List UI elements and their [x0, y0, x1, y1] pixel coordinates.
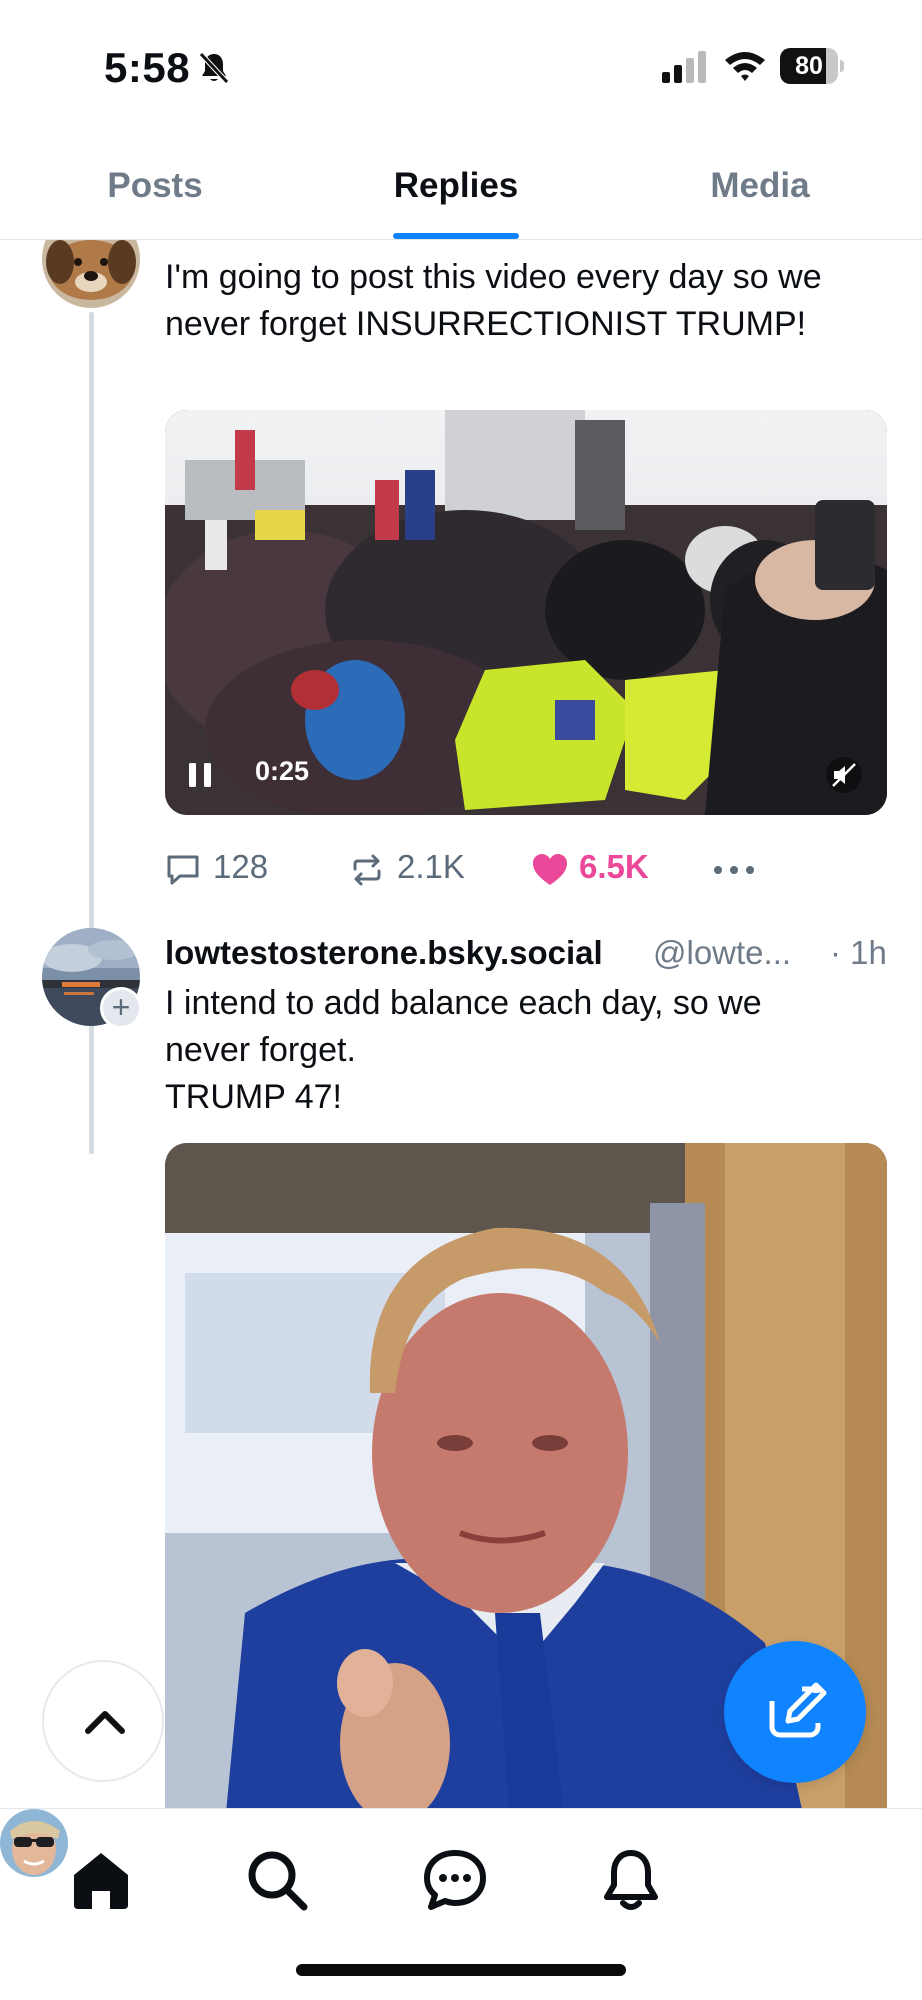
feed: I'm going to post this video every day s…: [0, 240, 922, 1808]
reply-count: 128: [213, 848, 269, 885]
pause-icon[interactable]: [187, 760, 213, 790]
post-text: I intend to add balance each day, so we …: [165, 984, 762, 1116]
heart-filled-icon: [533, 854, 567, 885]
chevron-up-icon: [85, 1711, 125, 1734]
repost-button[interactable]: 2.1K: [349, 840, 489, 900]
avatar[interactable]: [42, 240, 140, 308]
profile-tabs: Posts Replies Media: [0, 140, 922, 240]
post-time: · 1h: [830, 934, 887, 971]
search-icon[interactable]: [242, 1845, 312, 1915]
video-time: 0:25: [255, 756, 310, 786]
video-player[interactable]: 0:25: [165, 410, 887, 815]
mute-icon[interactable]: [825, 756, 863, 794]
battery-cap: [840, 60, 844, 72]
battery-indicator: 80: [780, 48, 844, 84]
scroll-to-top-button[interactable]: [42, 1660, 164, 1782]
repost-icon: [353, 854, 381, 886]
compose-icon: [768, 1681, 827, 1738]
tab-media[interactable]: Media: [645, 140, 875, 240]
home-indicator: [296, 1964, 626, 1976]
tab-replies[interactable]: Replies: [341, 140, 571, 240]
wifi-icon: [725, 52, 765, 81]
reply-button[interactable]: 128: [165, 840, 285, 900]
chat-icon[interactable]: [420, 1845, 490, 1915]
battery-percent: 80: [795, 52, 823, 80]
more-dots-icon: [714, 866, 754, 874]
active-tab-indicator: [393, 233, 519, 239]
author-name[interactable]: lowtestosterone.bsky.social: [165, 934, 603, 972]
post-actions: 128 2.1K 6.5K: [165, 840, 885, 900]
post-text: I'm going to post this video every day s…: [165, 258, 822, 343]
tab-posts[interactable]: Posts: [40, 140, 270, 240]
home-icon[interactable]: [66, 1845, 136, 1915]
cellular-signal-icon: [662, 51, 706, 83]
compose-button[interactable]: [724, 1641, 866, 1783]
status-time: 5:58: [104, 44, 191, 91]
more-options-button[interactable]: [712, 840, 772, 900]
bell-muted-icon: [199, 52, 229, 84]
follow-plus-button[interactable]: +: [100, 987, 142, 1029]
repost-count: 2.1K: [397, 848, 465, 885]
post-header: lowtestosterone.bsky.social @lowte... · …: [165, 930, 895, 980]
battery-body: 80: [780, 48, 838, 84]
author-handle[interactable]: @lowte...: [653, 934, 791, 972]
bell-icon[interactable]: [596, 1845, 666, 1915]
status-bar: 5:58 80: [0, 0, 922, 140]
screen: 5:58 80 Posts Replies Media I'm going to…: [0, 0, 922, 2000]
bottom-nav: [0, 1808, 922, 2000]
thread-line: [89, 312, 94, 1154]
like-button[interactable]: 6.5K: [531, 840, 681, 900]
dog-avatar-image: [42, 240, 140, 308]
profile-avatar[interactable]: [0, 1809, 68, 1877]
reply-icon: [167, 855, 199, 885]
video-frame: [165, 410, 887, 815]
like-count: 6.5K: [579, 848, 649, 885]
profile-avatar-image: [0, 1809, 68, 1877]
